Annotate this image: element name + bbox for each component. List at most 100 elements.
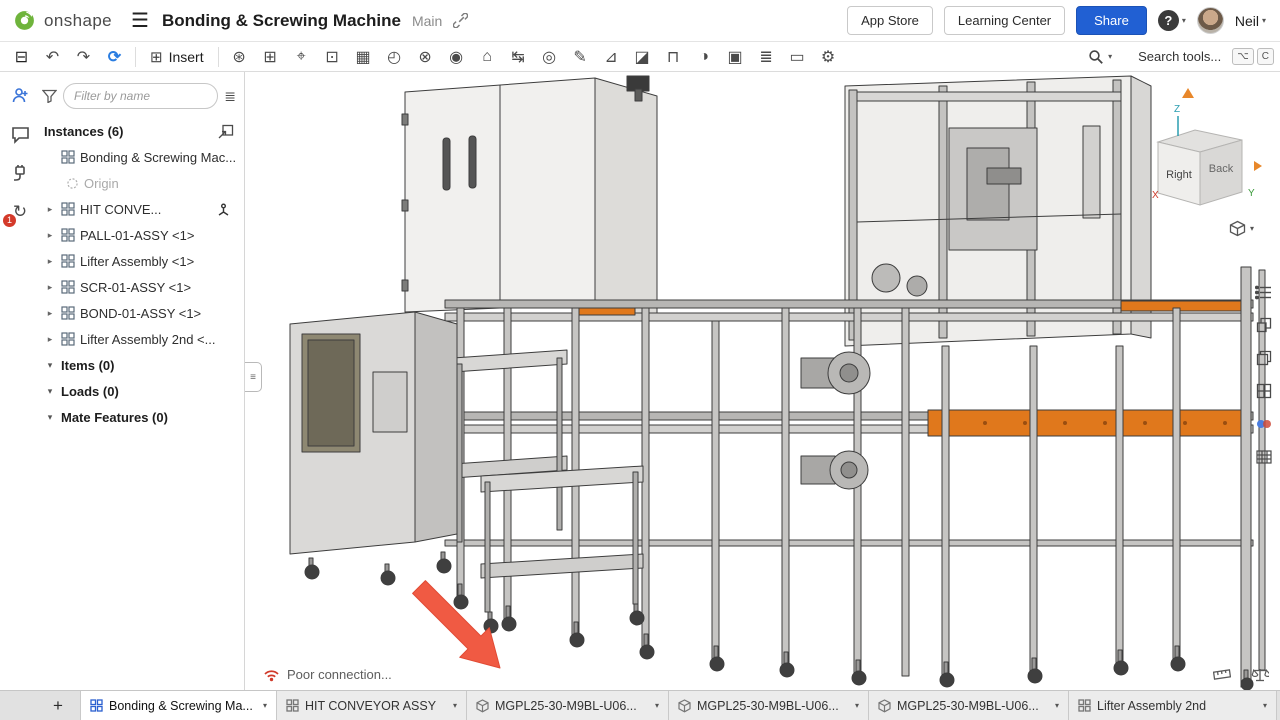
search-tools-label[interactable]: Search tools... bbox=[1138, 49, 1221, 64]
replicate-icon[interactable]: ⊡ bbox=[317, 44, 348, 69]
filter-funnel-icon[interactable] bbox=[42, 89, 57, 103]
transform-icon[interactable]: ↹ bbox=[503, 44, 534, 69]
expand-chevron-icon[interactable]: ▸ bbox=[44, 230, 56, 241]
tab-mgpl25-2[interactable]: MGPL25-30-M9BL-U06... ▾ bbox=[669, 691, 869, 720]
expand-chevron-icon[interactable]: ▸ bbox=[44, 204, 56, 215]
explode-icon[interactable]: ⊗ bbox=[410, 44, 441, 69]
tab-menu-caret-icon[interactable]: ▾ bbox=[1055, 701, 1059, 710]
document-menu-icon[interactable]: ☰ bbox=[131, 11, 149, 31]
mate-connector-icon[interactable]: ⌖ bbox=[286, 44, 317, 69]
history-icon[interactable]: ↻ 1 bbox=[9, 201, 31, 223]
snapshot-icon[interactable]: ◉ bbox=[441, 44, 472, 69]
onshape-logo-text: onshape bbox=[44, 11, 112, 31]
add-tab-button[interactable]: + bbox=[44, 691, 72, 720]
circular-pattern-icon[interactable]: ◴ bbox=[379, 44, 410, 69]
expand-chevron-icon[interactable]: ▸ bbox=[44, 282, 56, 293]
tree-item-origin[interactable]: Origin bbox=[40, 170, 244, 196]
group-icon[interactable]: ⊞ bbox=[255, 44, 286, 69]
section-loads[interactable]: ▾ Loads (0) bbox=[40, 378, 244, 404]
section-view-icon[interactable]: ◪ bbox=[627, 44, 658, 69]
appearance-panel-icon[interactable] bbox=[1251, 412, 1276, 436]
undo-icon[interactable]: ↶ bbox=[37, 44, 68, 69]
redo-icon[interactable]: ↷ bbox=[68, 44, 99, 69]
tree-item[interactable]: ▸ BOND-01-ASSY <1> bbox=[40, 300, 244, 326]
sketch-icon[interactable]: ✎ bbox=[565, 44, 596, 69]
insert-instance-icon[interactable] bbox=[218, 124, 234, 139]
expand-chevron-icon[interactable]: ▸ bbox=[44, 308, 56, 319]
user-menu[interactable]: Neil ▾ bbox=[1235, 13, 1266, 29]
tree-item[interactable]: ▸ SCR-01-ASSY <1> bbox=[40, 274, 244, 300]
tab-mgpl25-1[interactable]: MGPL25-30-M9BL-U06... ▾ bbox=[467, 691, 669, 720]
display-states-icon[interactable]: ▣ bbox=[720, 44, 751, 69]
3d-viewport[interactable]: Z X Y Right Back ▾ bbox=[245, 72, 1280, 690]
assembly-icon bbox=[61, 280, 75, 294]
app-store-button[interactable]: App Store bbox=[847, 6, 933, 35]
filter-input[interactable] bbox=[63, 83, 218, 109]
measure-tool-icon[interactable]: ⊿ bbox=[596, 44, 627, 69]
collapse-chevron-icon[interactable]: ▾ bbox=[44, 412, 56, 423]
collapse-chevron-icon[interactable]: ▾ bbox=[44, 360, 56, 371]
filter-row: ≣ bbox=[40, 83, 244, 118]
onshape-logo-icon[interactable] bbox=[14, 10, 35, 31]
machine-front-left[interactable] bbox=[290, 312, 457, 585]
insert-button[interactable]: ⊞ Insert bbox=[141, 44, 213, 70]
mate-icon[interactable]: ⊛ bbox=[224, 44, 255, 69]
learning-center-button[interactable]: Learning Center bbox=[944, 6, 1065, 35]
appearance-icon[interactable]: ◑ bbox=[689, 44, 720, 69]
expand-chevron-icon[interactable]: ▸ bbox=[44, 334, 56, 345]
search-tools-menu[interactable]: ▾ bbox=[1088, 49, 1112, 65]
user-avatar[interactable] bbox=[1197, 7, 1224, 34]
duplicate-panel-icon[interactable] bbox=[1251, 346, 1276, 370]
instances-panel-icon[interactable] bbox=[1251, 313, 1276, 337]
tree-item[interactable]: ▸ Lifter Assembly <1> bbox=[40, 248, 244, 274]
part-tab-icon bbox=[678, 699, 691, 713]
mass-properties-icon[interactable] bbox=[1250, 665, 1270, 683]
tree-item[interactable]: ▸ Lifter Assembly 2nd <... bbox=[40, 326, 244, 352]
tab-menu-caret-icon[interactable]: ▾ bbox=[263, 701, 267, 710]
linear-pattern-icon[interactable]: ▦ bbox=[348, 44, 379, 69]
onshape-app: onshape ☰ Bonding & Screwing Machine Mai… bbox=[0, 0, 1280, 720]
named-positions-icon[interactable]: ⌂ bbox=[472, 44, 503, 69]
section-mate-features[interactable]: ▾ Mate Features (0) bbox=[40, 404, 244, 430]
connections-icon[interactable] bbox=[9, 162, 31, 184]
section-items[interactable]: ▾ Items (0) bbox=[40, 352, 244, 378]
sync-update-icon[interactable]: ⟳ bbox=[99, 44, 130, 69]
tab-menu-caret-icon[interactable]: ▾ bbox=[1263, 701, 1267, 710]
cabinet-left[interactable] bbox=[402, 76, 657, 318]
tab-bonding-screwing-assembly[interactable]: Bonding & Screwing Ma... ▾ bbox=[80, 691, 277, 720]
bom-panel-icon[interactable] bbox=[1251, 280, 1276, 304]
workspace-name[interactable]: Main bbox=[412, 13, 442, 29]
layout-panel-icon[interactable] bbox=[1251, 379, 1276, 403]
settings-icon[interactable]: ⚙ bbox=[813, 44, 844, 69]
tree-item[interactable]: ▸ PALL-01-ASSY <1> bbox=[40, 222, 244, 248]
panel-toggle-icon[interactable]: ⊟ bbox=[6, 44, 37, 69]
table-panel-icon[interactable] bbox=[1251, 445, 1276, 469]
drawing-icon[interactable]: ▭ bbox=[782, 44, 813, 69]
measure-icon[interactable] bbox=[1212, 665, 1232, 683]
share-link-icon[interactable] bbox=[453, 13, 468, 28]
tree-item-root[interactable]: Bonding & Screwing Mac... bbox=[40, 144, 244, 170]
tab-lifter-assembly-2nd[interactable]: Lifter Assembly 2nd ▾ bbox=[1069, 691, 1277, 720]
collapse-chevron-icon[interactable]: ▾ bbox=[44, 386, 56, 397]
tab-menu-caret-icon[interactable]: ▾ bbox=[855, 701, 859, 710]
list-view-icon[interactable]: ≣ bbox=[224, 88, 236, 105]
interference-icon[interactable]: ⊓ bbox=[658, 44, 689, 69]
tree-item[interactable]: ▸ HIT CONVE... bbox=[40, 196, 244, 222]
tab-mgpl25-3[interactable]: MGPL25-30-M9BL-U06... ▾ bbox=[869, 691, 1069, 720]
view-cube[interactable]: Z X Y Right Back bbox=[1150, 80, 1270, 215]
center-of-mass-icon[interactable]: ◎ bbox=[534, 44, 565, 69]
panel-collapse-handle[interactable]: ≡ bbox=[245, 362, 262, 392]
expand-chevron-icon[interactable]: ▸ bbox=[44, 256, 56, 267]
bom-icon[interactable]: ≣ bbox=[751, 44, 782, 69]
follow-mode-icon[interactable] bbox=[9, 84, 31, 106]
tab-hit-conveyor-assy[interactable]: HIT CONVEYOR ASSY ▾ bbox=[277, 691, 467, 720]
comments-icon[interactable] bbox=[9, 123, 31, 145]
help-menu[interactable]: ? ▾ bbox=[1158, 10, 1186, 31]
share-button[interactable]: Share bbox=[1076, 6, 1147, 35]
assembly-3d-view[interactable] bbox=[245, 72, 1280, 690]
tab-menu-caret-icon[interactable]: ▾ bbox=[655, 701, 659, 710]
chevron-down-icon: ▾ bbox=[1250, 224, 1254, 233]
insert-icon: ⊞ bbox=[150, 48, 163, 66]
tab-menu-caret-icon[interactable]: ▾ bbox=[453, 701, 457, 710]
view-options-menu[interactable]: ▾ bbox=[1229, 220, 1254, 237]
